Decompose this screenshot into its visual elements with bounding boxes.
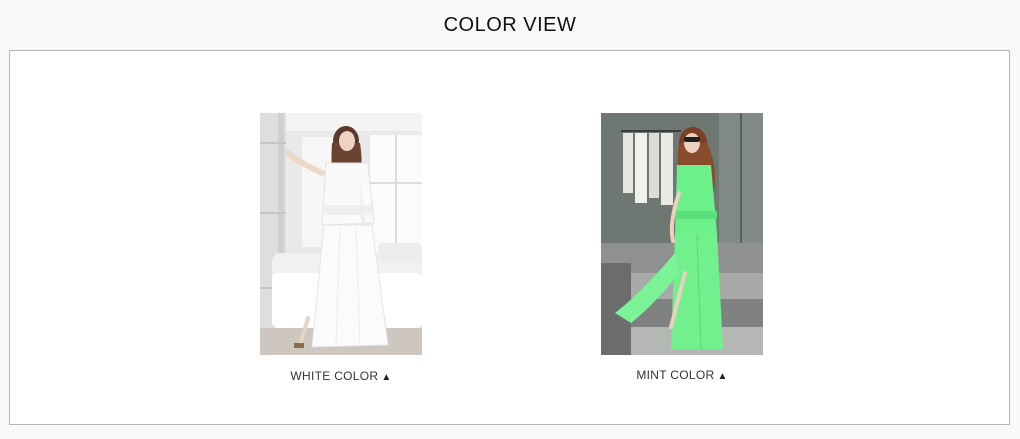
product-white[interactable]: WHITE COLOR ▲ xyxy=(260,113,422,383)
mint-dress-photo[interactable] xyxy=(601,113,763,355)
triangle-up-icon: ▲ xyxy=(381,372,392,383)
page-title: COLOR VIEW xyxy=(443,14,577,36)
color-view-page: COLOR VIEW WHITE COLOR ▲ MINT COLOR ▲ xyxy=(0,0,1020,439)
white-dress-photo[interactable] xyxy=(260,113,422,355)
white-color-label: WHITE COLOR xyxy=(290,369,379,383)
white-color-caption[interactable]: WHITE COLOR ▲ xyxy=(260,369,422,383)
product-mint[interactable]: MINT COLOR ▲ xyxy=(601,113,763,382)
mint-color-label: MINT COLOR xyxy=(636,368,715,382)
color-view-panel: WHITE COLOR ▲ MINT COLOR ▲ xyxy=(9,50,1010,425)
mint-color-caption[interactable]: MINT COLOR ▲ xyxy=(601,368,763,382)
triangle-up-icon: ▲ xyxy=(717,371,728,382)
